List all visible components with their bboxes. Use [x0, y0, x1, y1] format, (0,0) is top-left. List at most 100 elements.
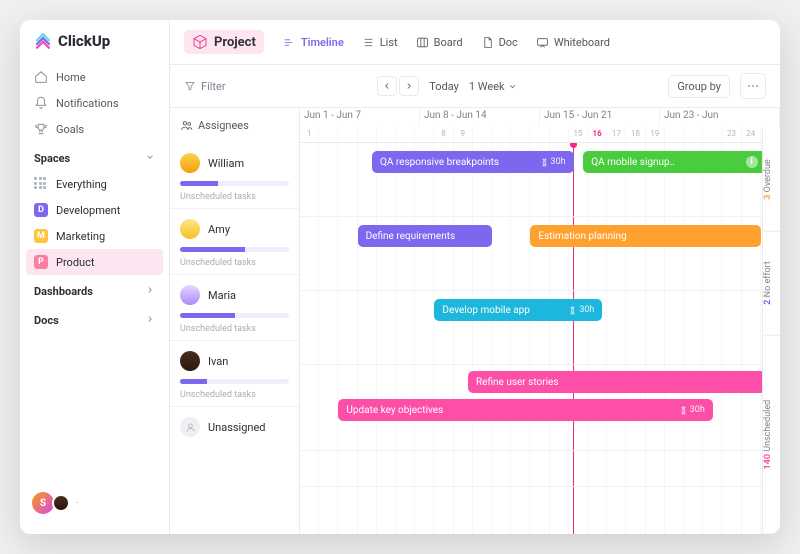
view-label: List — [380, 36, 398, 49]
today-button[interactable]: Today — [429, 80, 459, 93]
task-update-objectives[interactable]: Update key objectives 30h — [338, 399, 712, 421]
user-avatars[interactable]: S · — [20, 484, 169, 522]
space-badge-marketing: M — [34, 229, 48, 243]
capacity-bar — [180, 313, 289, 318]
day-row: 1891516171819232425 — [300, 126, 780, 142]
unscheduled-label: Unscheduled tasks — [180, 258, 289, 268]
task-estimation-planning[interactable]: Estimation planning — [530, 225, 760, 247]
info-icon: i — [746, 156, 758, 168]
sidebar: ClickUp Home Notifications Goals Spaces … — [20, 20, 170, 534]
space-badge-development: D — [34, 203, 48, 217]
view-list[interactable]: List — [355, 31, 405, 54]
hourglass-icon — [679, 406, 688, 415]
nav-home[interactable]: Home — [28, 64, 161, 90]
sidebar-item-product[interactable]: P Product — [26, 249, 163, 275]
range-dropdown[interactable]: 1 Week — [469, 80, 517, 93]
funnel-icon — [184, 80, 196, 92]
day-label — [665, 126, 684, 142]
day-label — [703, 126, 722, 142]
team-avatar[interactable] — [52, 494, 70, 512]
person-icon — [180, 417, 200, 437]
day-label — [358, 126, 377, 142]
view-timeline[interactable]: Timeline — [276, 31, 351, 54]
assignee-name: Ivan — [208, 355, 228, 368]
toolbar: Filter Today 1 Week Group by — [170, 65, 780, 108]
task-develop-mobile[interactable]: Develop mobile app 30h — [434, 299, 602, 321]
assignees-column-header[interactable]: Assignees — [170, 108, 300, 143]
sidebar-item-marketing[interactable]: M Marketing — [20, 223, 169, 249]
task-qa-breakpoints[interactable]: QA responsive breakpoints 30h — [372, 151, 574, 173]
view-board[interactable]: Board — [409, 31, 470, 54]
ellipsis-icon — [746, 79, 760, 93]
assignee-william[interactable]: William Unscheduled tasks — [170, 143, 299, 209]
task-define-requirements[interactable]: Define requirements — [358, 225, 492, 247]
prev-button[interactable] — [377, 76, 397, 96]
filter-button[interactable]: Filter — [184, 80, 226, 93]
day-label — [492, 126, 511, 142]
assignee-unassigned[interactable]: Unassigned — [170, 407, 299, 447]
spaces-header[interactable]: Spaces — [20, 142, 169, 171]
assignee-amy[interactable]: Amy Unscheduled tasks — [170, 209, 299, 275]
week-label: Jun 15 - Jun 21 — [540, 108, 660, 126]
current-user-avatar[interactable]: S — [32, 492, 54, 514]
status-sidebar: 3 Overdue 2 No effort 140 Unscheduled — [762, 128, 780, 534]
timeline-row — [300, 451, 780, 487]
avatar — [180, 153, 200, 173]
task-qa-mobile[interactable]: QA mobile signup.. i — [583, 151, 765, 173]
project-chip[interactable]: Project — [184, 30, 264, 54]
sidebar-item-development[interactable]: D Development — [20, 197, 169, 223]
assignee-name: William — [208, 157, 244, 170]
view-doc[interactable]: Doc — [474, 31, 525, 54]
home-icon — [34, 70, 48, 84]
chevron-down-icon — [508, 82, 517, 91]
unscheduled-label: Unscheduled tasks — [180, 324, 289, 334]
nav-notifications[interactable]: Notifications — [28, 90, 161, 116]
docs-title: Docs — [34, 314, 59, 327]
task-label: Estimation planning — [538, 231, 626, 242]
week-label: Jun 23 - Jun — [660, 108, 780, 126]
sidebar-item-everything[interactable]: Everything — [20, 171, 169, 197]
dashboards-title: Dashboards — [34, 285, 93, 298]
space-label: Product — [56, 256, 94, 269]
day-label — [530, 126, 549, 142]
assignee-column: William Unscheduled tasks Amy Unschedule… — [170, 143, 300, 534]
timeline-grid[interactable]: QA responsive breakpoints 30h QA mobile … — [300, 143, 780, 534]
timeline-body: William Unscheduled tasks Amy Unschedule… — [170, 143, 780, 534]
filter-label: Filter — [201, 80, 226, 93]
day-label: 9 — [454, 126, 473, 142]
view-label: Timeline — [301, 36, 344, 49]
groupby-button[interactable]: Group by — [668, 75, 730, 98]
assignee-name: Maria — [208, 289, 236, 302]
everything-label: Everything — [56, 178, 107, 191]
timeline-row: Define requirements Estimation planning — [300, 217, 780, 291]
brand-name: ClickUp — [58, 32, 110, 50]
chevron-right-icon — [145, 285, 155, 298]
task-label: Update key objectives — [346, 405, 443, 416]
next-button[interactable] — [399, 76, 419, 96]
task-refine-stories[interactable]: Refine user stories — [468, 371, 766, 393]
timeline-row: Develop mobile app 30h — [300, 291, 780, 365]
assignees-label: Assignees — [198, 119, 249, 132]
assignee-ivan[interactable]: Ivan Unscheduled tasks — [170, 341, 299, 407]
app-window: ClickUp Home Notifications Goals Spaces … — [20, 20, 780, 534]
nav-notifications-label: Notifications — [56, 97, 119, 110]
day-label — [415, 126, 434, 142]
brand[interactable]: ClickUp — [20, 32, 169, 64]
chevron-down-icon — [145, 152, 155, 165]
avatar — [180, 285, 200, 305]
day-label — [684, 126, 703, 142]
view-whiteboard[interactable]: Whiteboard — [529, 31, 617, 54]
noeffort-segment[interactable]: 2 No effort — [763, 232, 780, 336]
more-button[interactable] — [740, 73, 766, 99]
day-label — [473, 126, 492, 142]
unscheduled-label: Unscheduled tasks — [180, 192, 289, 202]
task-estimate: 30h — [568, 305, 594, 315]
overdue-segment[interactable]: 3 Overdue — [763, 128, 780, 232]
docs-header[interactable]: Docs — [20, 304, 169, 333]
assignee-maria[interactable]: Maria Unscheduled tasks — [170, 275, 299, 341]
nav-goals[interactable]: Goals — [28, 116, 161, 142]
dashboards-header[interactable]: Dashboards — [20, 275, 169, 304]
day-label: 24 — [742, 126, 761, 142]
unscheduled-segment[interactable]: 140 Unscheduled — [763, 336, 780, 535]
avatar-overflow-icon: · — [76, 498, 79, 509]
